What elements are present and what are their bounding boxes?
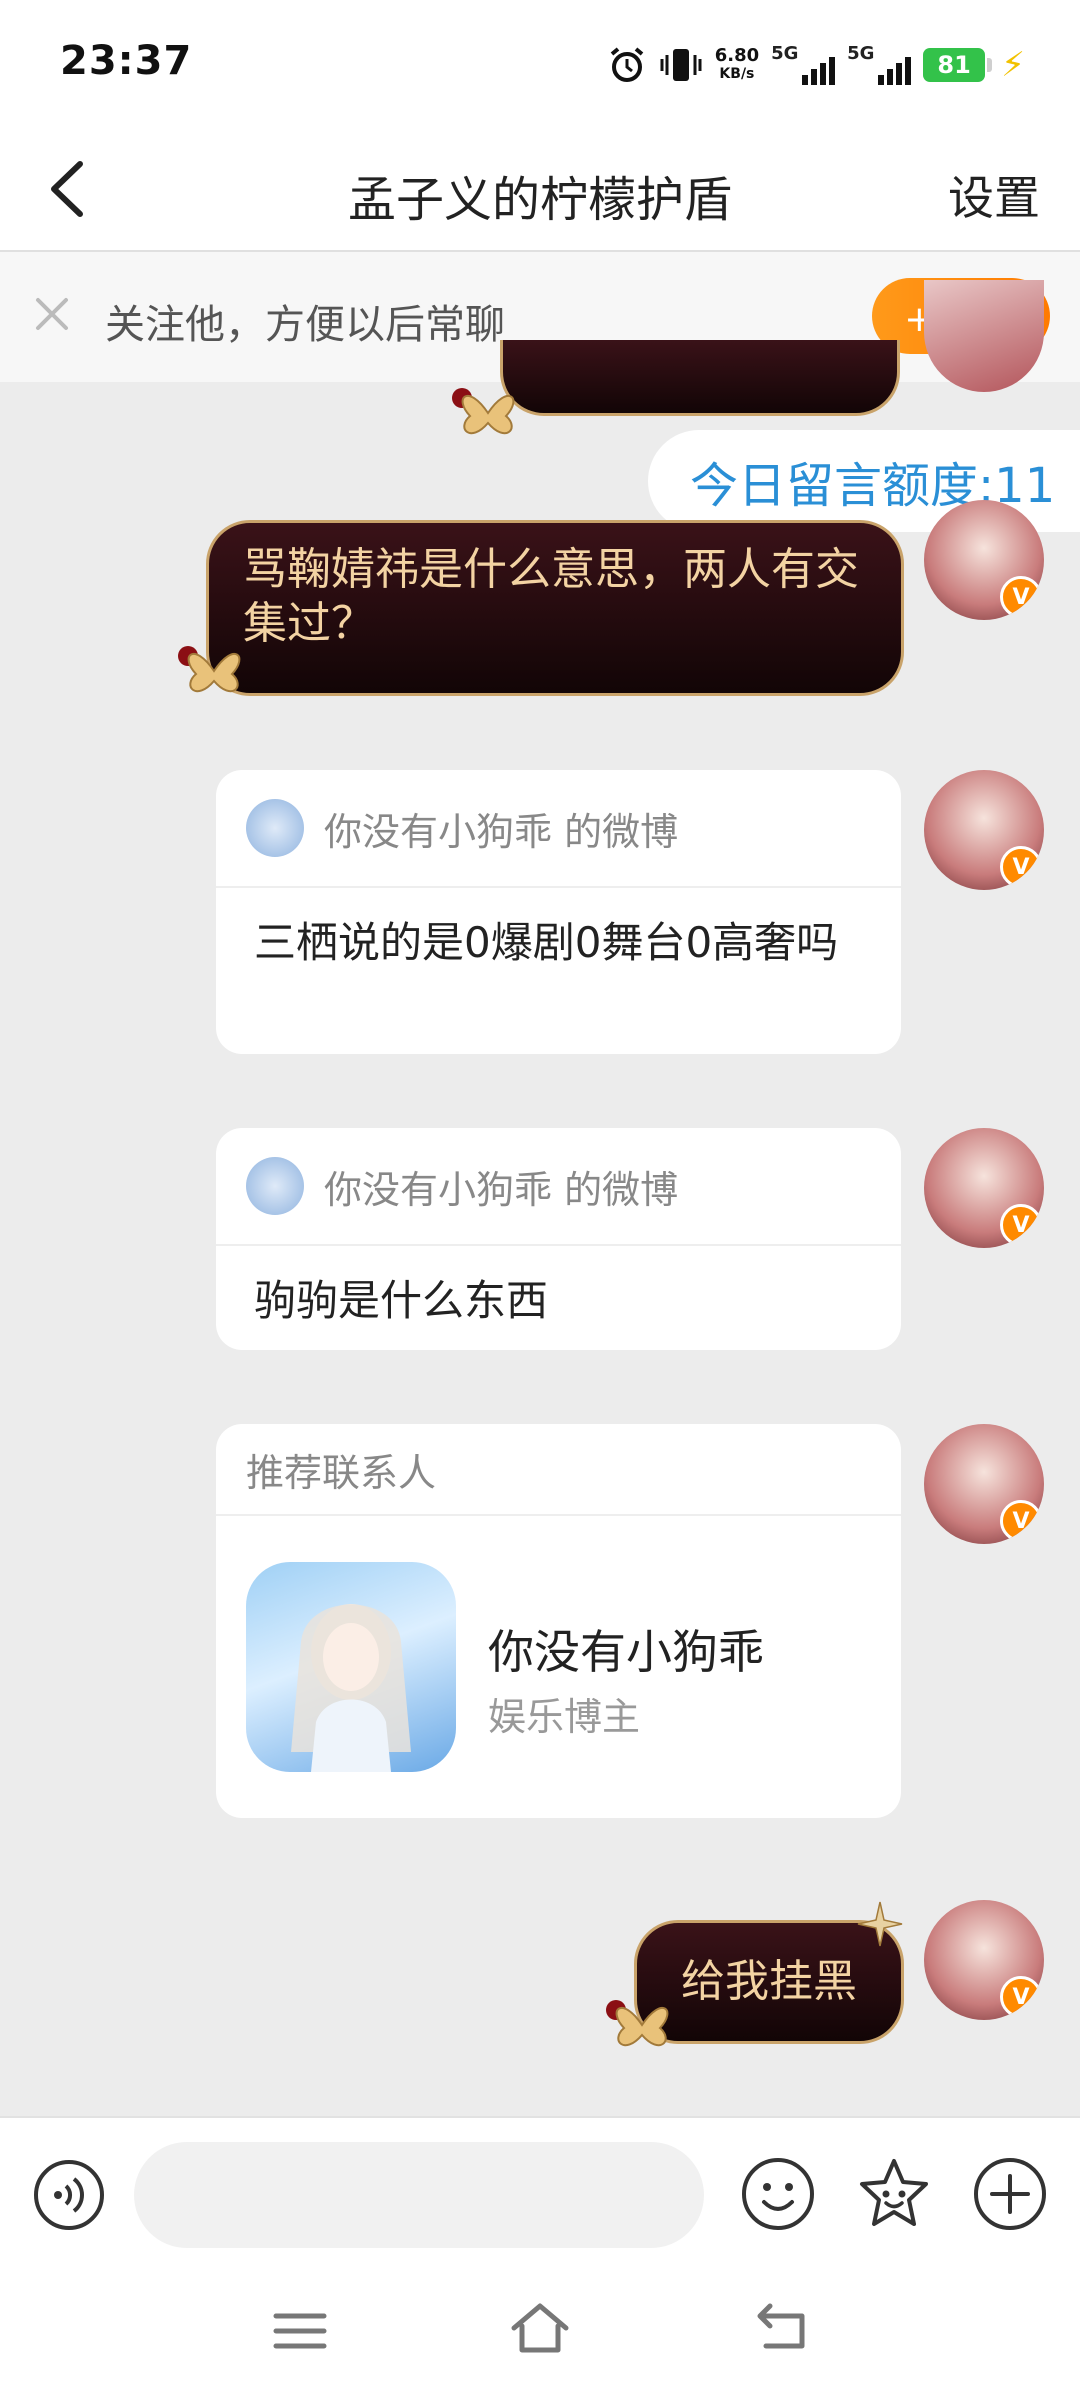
shared-post-card[interactable]: 你没有小狗乖 的微博 三栖说的是0爆剧0舞台0高奢吗 [216,770,901,1054]
message-bubble-partial [500,340,900,416]
status-time: 23:37 [60,38,193,84]
settings-button[interactable]: 设置 [948,162,1040,228]
contact-name: 你没有小狗乖 [488,1625,764,1679]
verified-badge-icon: V [1000,1500,1042,1542]
portrait-illustration [291,1604,411,1772]
signal-icon-2: 5G [847,43,912,87]
shared-post-text: 三栖说的是0爆剧0舞台0高奢吗 [254,918,839,967]
shared-post-header: 你没有小狗乖 的微博 [216,770,901,888]
verified-badge-icon: V [1000,1976,1042,2018]
voice-icon[interactable] [32,2158,106,2232]
menu-icon[interactable] [270,2306,330,2356]
avatar [246,1157,304,1215]
back-nav-icon[interactable] [752,2300,812,2356]
net-speed-value: 6.80 [714,45,760,66]
contact-card[interactable]: 推荐联系人 你没有小狗乖 娱乐博主 [216,1424,901,1818]
status-icons: 6.80 KB/s 5G 5G 81 ⚡ [607,40,1025,90]
verified-badge-icon: V [1000,576,1042,618]
contact-subtitle: 娱乐博主 [488,1695,641,1739]
avatar[interactable]: V [924,500,1044,620]
avatar[interactable]: V [924,1900,1044,2020]
net-speed: 6.80 KB/s [715,47,759,83]
verified-badge-icon: V [1000,846,1042,888]
butterfly-decoration-icon [606,2000,669,2047]
alarm-icon [610,47,643,82]
message-bubble[interactable]: 骂鞠婧祎是什么意思，两人有交集过？ [206,520,904,696]
chat-header: 孟子义的柠檬护盾 设置 [0,130,1080,252]
shared-post-header: 你没有小狗乖 的微博 [216,1128,901,1246]
sim2-label: 5G [847,43,875,64]
verified-badge-icon: V [1000,1204,1042,1246]
message-input[interactable] [134,2142,704,2248]
vibrate-icon [660,49,702,81]
follow-banner-text: 关注他，方便以后常聊 [105,302,505,348]
avatar[interactable]: V [924,1424,1044,1544]
contact-card-body: 你没有小狗乖 娱乐博主 [216,1516,901,1816]
butterfly-decoration-icon [452,388,515,435]
shared-post-source: 你没有小狗乖 的微博 [324,1167,679,1212]
close-icon[interactable] [30,292,74,336]
contact-avatar [246,1562,456,1772]
system-nav-bar [0,2276,1080,2392]
butterfly-decoration-icon [178,646,241,693]
avatar[interactable]: V [924,1128,1044,1248]
sim1-label: 5G [771,43,799,64]
avatar[interactable]: V [924,770,1044,890]
net-speed-unit: KB/s [719,66,755,82]
page-title: 孟子义的柠檬护盾 [347,172,732,228]
charging-icon: ⚡ [1001,45,1025,85]
home-icon[interactable] [508,2296,572,2360]
sparkle-icon [857,1901,903,1947]
input-bar [0,2116,1080,2278]
status-bar: 23:37 6.80 KB/s 5G 5G 81 ⚡ [0,0,1080,130]
battery-indicator: 81 [923,48,993,82]
plus-icon[interactable] [972,2156,1048,2232]
sticker-icon[interactable] [856,2156,932,2232]
shared-post-card[interactable]: 你没有小狗乖 的微博 驹驹是什么东西 [216,1128,901,1350]
shared-post-text: 驹驹是什么东西 [254,1276,549,1325]
shared-post-source: 你没有小狗乖 的微博 [324,809,679,854]
emoji-icon[interactable] [740,2156,816,2232]
signal-icon: 5G [771,43,836,87]
contact-card-heading: 推荐联系人 [216,1424,901,1516]
avatar [246,799,304,857]
